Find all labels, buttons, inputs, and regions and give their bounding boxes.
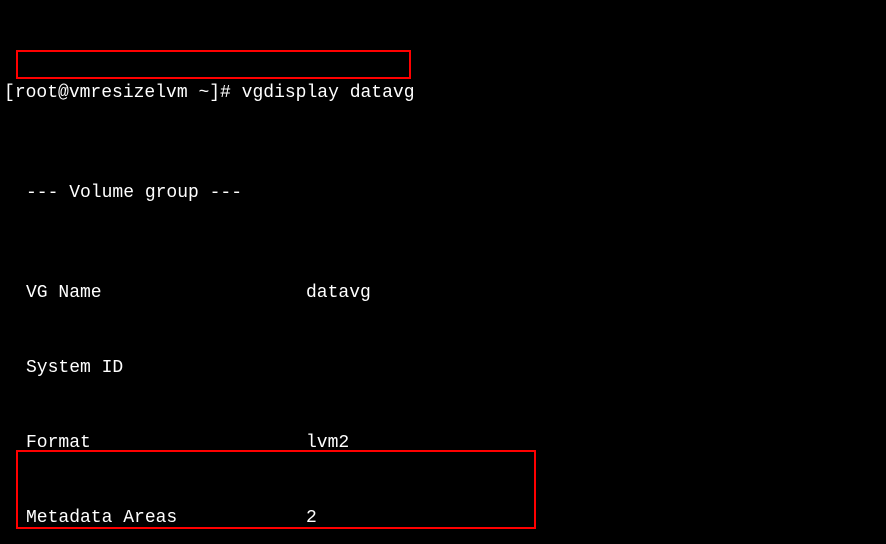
- field-label: VG Name: [4, 281, 306, 306]
- field-value: datavg: [306, 281, 371, 306]
- highlight-box-vg-name: [16, 50, 411, 79]
- field-value: lvm2: [306, 431, 349, 456]
- field-system-id: System ID: [4, 356, 882, 381]
- prompt-close-bracket: ]#: [209, 81, 231, 106]
- prompt-space: [231, 81, 242, 106]
- command-text: vgdisplay datavg: [242, 81, 415, 106]
- field-label: System ID: [4, 356, 306, 381]
- field-vg-name: VG Namedatavg: [4, 281, 882, 306]
- field-format: Formatlvm2: [4, 431, 882, 456]
- field-value: 2: [306, 506, 317, 531]
- prompt-open-bracket: [: [4, 81, 15, 106]
- field-label: Metadata Areas: [4, 506, 306, 531]
- terminal-window: [root@vmresizelvm ~]# vgdisplay datavg -…: [0, 0, 886, 544]
- field-metadata-areas: Metadata Areas2: [4, 506, 882, 531]
- prompt-user-host: root@vmresizelvm ~: [15, 81, 209, 106]
- shell-prompt-line[interactable]: [root@vmresizelvm ~]# vgdisplay datavg: [4, 81, 882, 106]
- section-header: --- Volume group ---: [4, 181, 882, 206]
- field-label: Format: [4, 431, 306, 456]
